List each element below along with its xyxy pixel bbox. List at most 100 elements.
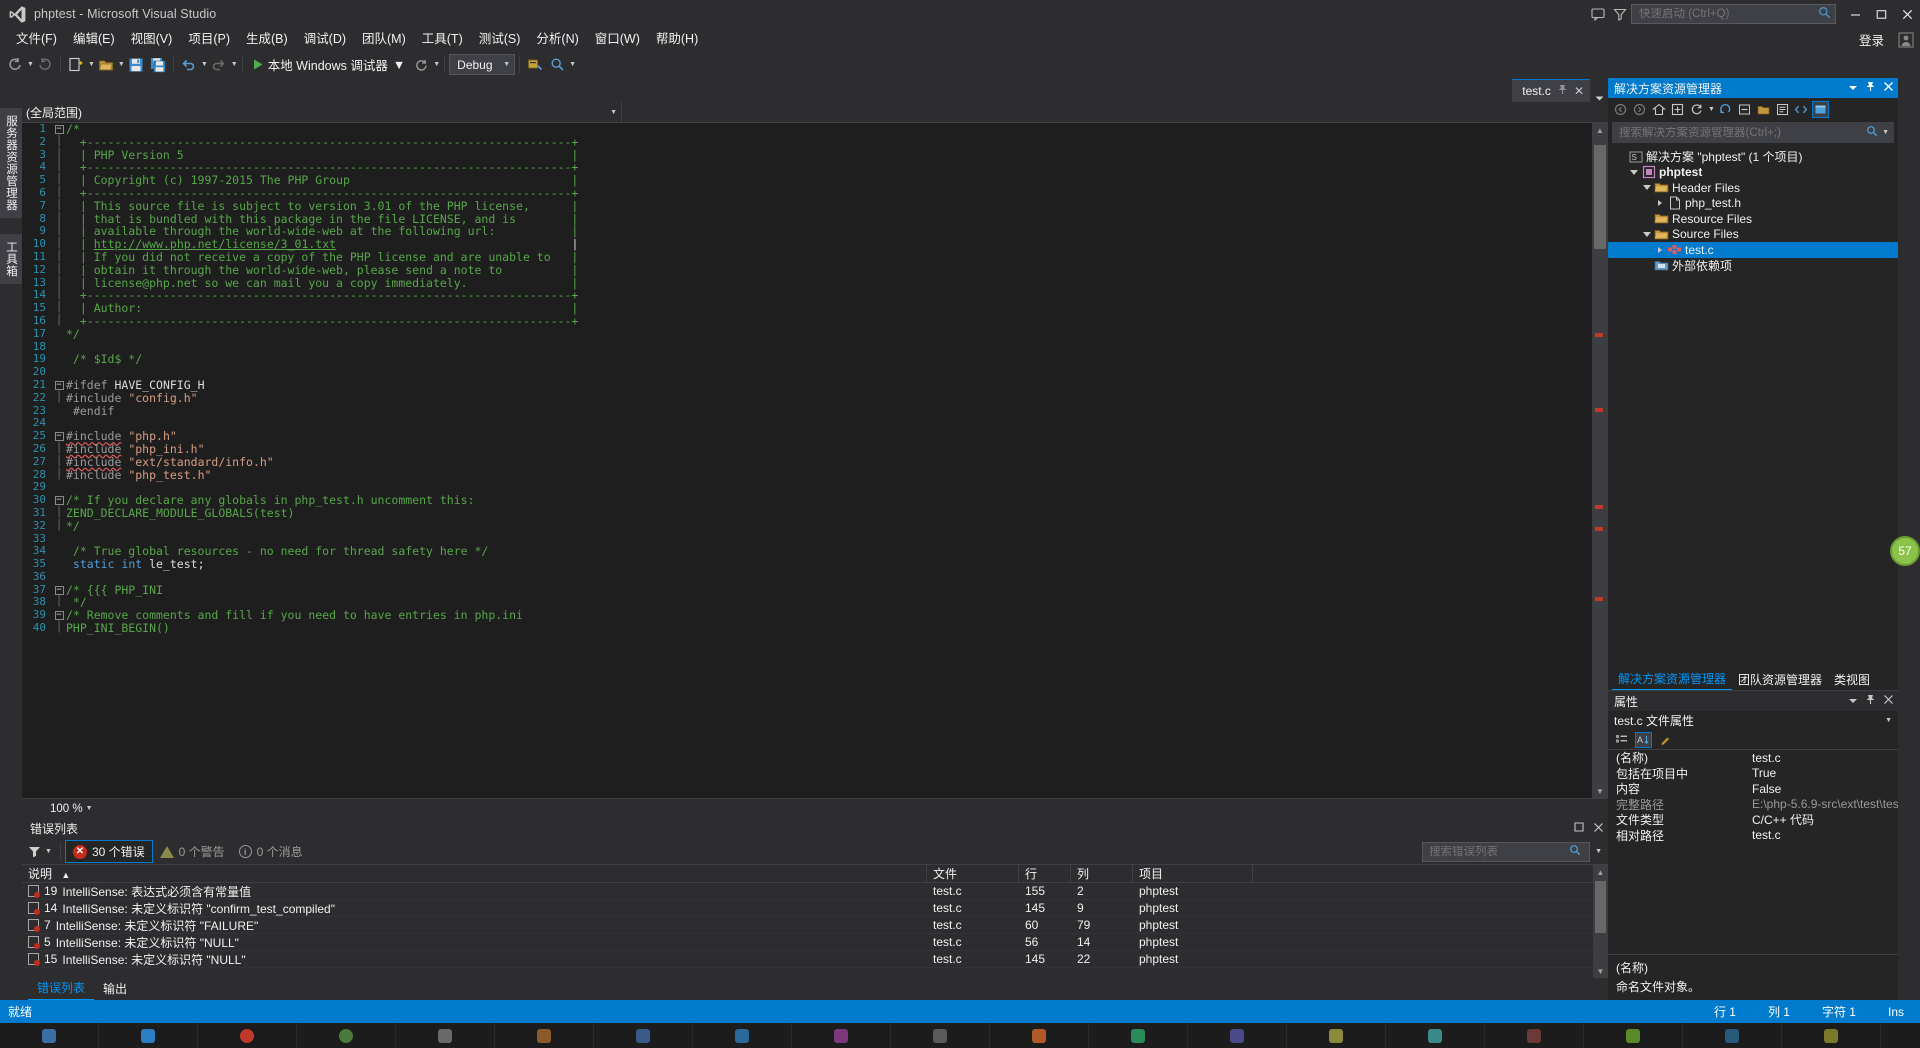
table-row[interactable]: 7IntelliSense: 未定义标识符 "FAILURE"test.c607… [22, 917, 1593, 934]
properties-grid[interactable]: (名称)test.c包括在项目中True内容False完整路径E:\php-5.… [1608, 750, 1898, 954]
toolbox-tab[interactable]: 工具箱 [0, 234, 22, 284]
pin-icon[interactable] [1865, 694, 1876, 708]
outlining-margin[interactable] [52, 328, 66, 341]
expander-icon[interactable] [1640, 185, 1653, 190]
outlining-margin[interactable]: − [52, 123, 66, 136]
taskbar-item[interactable] [1287, 1023, 1386, 1048]
taskbar-item[interactable] [1782, 1023, 1881, 1048]
taskbar-item[interactable] [1683, 1023, 1782, 1048]
navigate-forward-icon[interactable] [34, 54, 56, 76]
solution-explorer-tree[interactable]: S解决方案 "phptest" (1 个项目)phptestHeader Fil… [1608, 145, 1898, 671]
code-surface[interactable]: 1−/*2│ +--------------------------------… [22, 123, 1608, 798]
menu-test[interactable]: 测试(S) [471, 28, 529, 51]
collapse-region-icon[interactable]: − [55, 611, 64, 620]
scrollbar-thumb[interactable] [1594, 145, 1606, 249]
maximize-button[interactable] [1868, 0, 1894, 28]
taskbar-item[interactable] [1188, 1023, 1287, 1048]
taskbar-item[interactable] [297, 1023, 396, 1048]
outlining-margin[interactable]: − [52, 584, 66, 597]
document-tab-test-c[interactable]: test.c ✕ [1512, 79, 1590, 102]
outlining-margin[interactable]: │ [52, 264, 66, 277]
taskbar-item[interactable] [198, 1023, 297, 1048]
taskbar-item[interactable] [99, 1023, 198, 1048]
property-row[interactable]: 完整路径E:\php-5.6.9-src\ext\test\test.c [1608, 797, 1898, 813]
outlining-margin[interactable]: │ [52, 289, 66, 302]
expander-icon[interactable] [1640, 232, 1653, 237]
outlining-margin[interactable]: │ [52, 507, 66, 520]
scroll-down-icon[interactable]: ▼ [1592, 784, 1608, 798]
refresh-icon[interactable] [1717, 101, 1734, 118]
outlining-margin[interactable]: │ [52, 213, 66, 226]
outlining-margin[interactable]: │ [52, 443, 66, 456]
outlining-margin[interactable] [52, 353, 66, 366]
close-icon[interactable] [1883, 694, 1894, 708]
navigate-back-icon[interactable] [4, 54, 26, 76]
column-header-line[interactable]: 行 [1019, 865, 1071, 883]
property-row[interactable]: 内容False [1608, 781, 1898, 797]
tab-output[interactable]: 输出 [94, 977, 136, 1000]
filter-icon[interactable] [1609, 0, 1631, 28]
property-row[interactable]: 包括在项目中True [1608, 766, 1898, 782]
scrollbar-thumb[interactable] [1595, 881, 1606, 933]
close-button[interactable] [1894, 0, 1920, 28]
tab-list-dropdown-icon[interactable] [1590, 95, 1608, 102]
outlining-margin[interactable]: │ [52, 251, 66, 264]
outlining-margin[interactable] [52, 558, 66, 571]
close-icon[interactable]: ✕ [1574, 84, 1584, 98]
column-header-file[interactable]: 文件 [927, 865, 1019, 883]
outlining-margin[interactable]: − [52, 430, 66, 443]
property-row[interactable]: 文件类型C/C++ 代码 [1608, 812, 1898, 828]
tree-item--phptest-1-[interactable]: S解决方案 "phptest" (1 个项目) [1608, 149, 1898, 165]
menu-window[interactable]: 窗口(W) [587, 28, 648, 51]
outlining-margin[interactable]: │ [52, 392, 66, 405]
forward-icon[interactable] [1631, 101, 1648, 118]
tab-error-list[interactable]: 错误列表 [28, 976, 94, 1000]
taskbar-item[interactable] [1089, 1023, 1188, 1048]
outlining-margin[interactable] [52, 533, 66, 546]
tree-item-source-files[interactable]: Source Files [1608, 227, 1898, 243]
tab-solution-explorer[interactable]: 解决方案资源管理器 [1612, 668, 1732, 690]
properties-icon[interactable] [1774, 101, 1791, 118]
find-caret-icon[interactable]: ▼ [568, 61, 576, 68]
outlining-margin[interactable] [52, 545, 66, 558]
taskbar-item[interactable] [1584, 1023, 1683, 1048]
restart-caret-icon[interactable]: ▼ [432, 61, 440, 68]
collapse-all-icon[interactable] [1736, 101, 1753, 118]
chevron-down-icon[interactable]: ▼ [1884, 717, 1898, 724]
chevron-down-icon[interactable] [1848, 81, 1858, 95]
debug-target-caret-icon[interactable]: ▼ [392, 58, 405, 72]
property-row[interactable]: (名称)test.c [1608, 750, 1898, 766]
collapse-region-icon[interactable]: − [55, 432, 64, 441]
error-search-box[interactable] [1422, 842, 1590, 862]
pending-changes-icon[interactable] [1669, 101, 1686, 118]
expander-icon[interactable] [1627, 170, 1640, 175]
column-header-description[interactable]: 说明 ▲ [22, 865, 927, 883]
collapse-region-icon[interactable]: − [55, 125, 64, 134]
navigate-back-caret-icon[interactable]: ▼ [26, 61, 34, 68]
property-row[interactable]: 相对路径test.c [1608, 828, 1898, 844]
warnings-toggle-button[interactable]: 0 个警告 [153, 841, 232, 862]
outlining-margin[interactable]: │ [52, 622, 66, 635]
outlining-margin[interactable]: − [52, 379, 66, 392]
outlining-margin[interactable]: │ [52, 520, 66, 533]
expander-icon[interactable] [1653, 200, 1666, 206]
account-icon[interactable] [1898, 32, 1914, 48]
outlining-margin[interactable]: │ [52, 187, 66, 200]
redo-icon[interactable] [208, 54, 230, 76]
taskbar-item[interactable] [495, 1023, 594, 1048]
categorized-icon[interactable] [1613, 732, 1630, 748]
notification-badge[interactable]: 57 [1890, 536, 1920, 566]
error-list-scrollbar[interactable]: ▲ ▼ [1593, 865, 1608, 978]
pin-icon[interactable] [1865, 81, 1876, 95]
menu-file[interactable]: 文件(F) [8, 28, 65, 51]
outlining-margin[interactable]: │ [52, 596, 66, 609]
undo-icon[interactable] [178, 54, 200, 76]
scroll-up-icon[interactable]: ▲ [1593, 865, 1608, 879]
menu-analyze[interactable]: 分析(N) [528, 28, 586, 51]
error-list-overflow-icon[interactable]: ▼ [1594, 848, 1608, 855]
tab-team-explorer[interactable]: 团队资源管理器 [1732, 669, 1828, 690]
menu-project[interactable]: 项目(P) [180, 28, 238, 51]
error-filter-button[interactable]: ▼ [28, 845, 56, 858]
open-file-caret-icon[interactable]: ▼ [117, 61, 125, 68]
restart-icon[interactable] [410, 54, 432, 76]
